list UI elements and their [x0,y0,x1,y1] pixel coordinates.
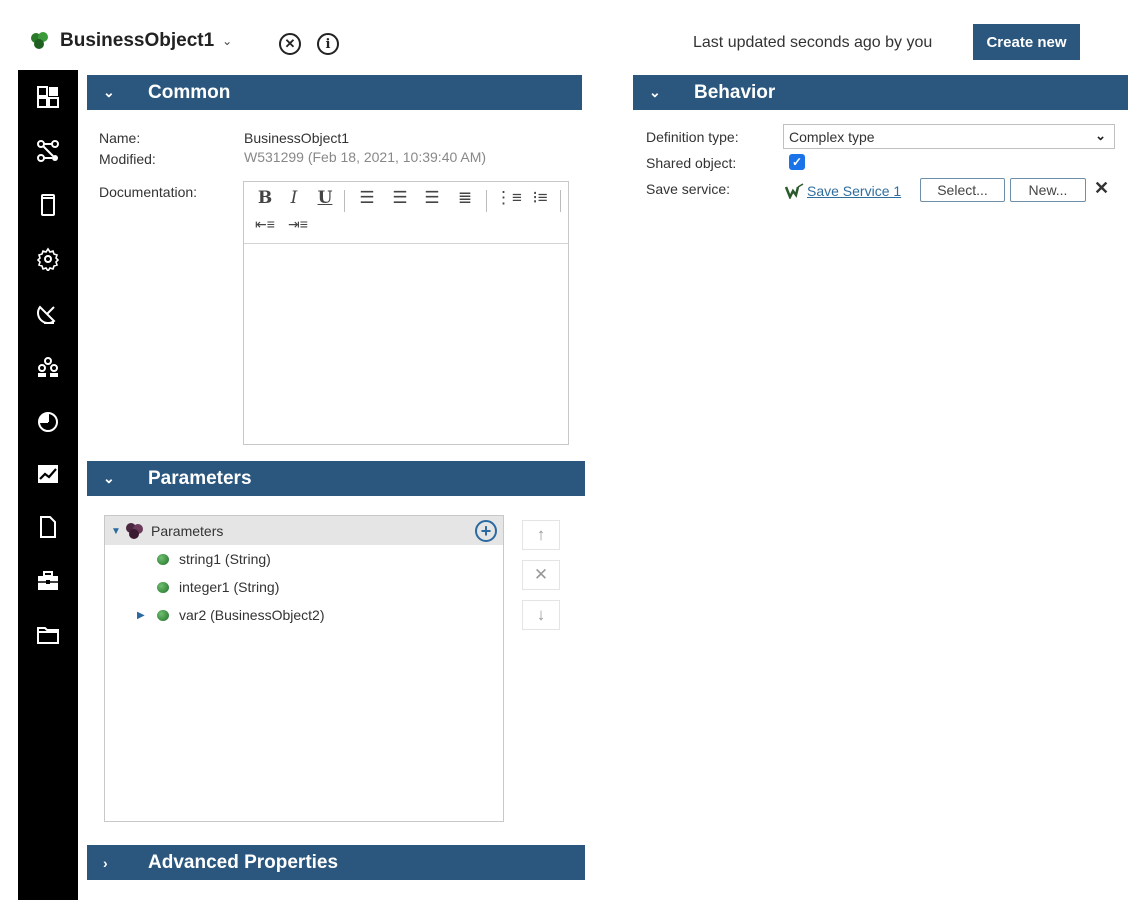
section-header-parameters[interactable]: ⌄ Parameters [87,461,585,496]
sidebar-item-team[interactable] [34,354,62,382]
business-object-icon [31,32,48,49]
indent-icon[interactable]: ⇥≡ [287,216,309,233]
parameter-label: var2 (BusinessObject2) [179,607,325,623]
align-right-icon[interactable]: ☰ [421,188,443,208]
select-service-button[interactable]: Select... [920,178,1005,202]
chevron-down-icon: ⌄ [1095,128,1106,143]
process-flow-icon [37,140,59,162]
chevron-right-icon: › [103,854,108,871]
section-title: Behavior [694,81,776,103]
pie-chart-icon [38,412,58,432]
line-chart-icon [38,465,58,483]
shared-object-checkbox[interactable]: ✓ [789,154,805,170]
modified-label: Modified: [99,151,156,167]
section-title: Parameters [148,467,252,489]
modified-value: W531299 (Feb 18, 2021, 10:39:40 AM) [244,149,487,165]
section-header-common[interactable]: ⌄ Common [87,75,582,110]
expand-toggle-icon[interactable]: ▶ [137,610,157,621]
underline-button[interactable]: U [314,188,336,208]
shared-object-label: Shared object: [646,155,737,171]
outdent-icon[interactable]: ⇤≡ [254,216,276,233]
parameters-root-label: Parameters [151,523,224,539]
section-header-advanced-properties[interactable]: › Advanced Properties [87,845,585,880]
last-updated-status: Last updated seconds ago by you [693,34,933,51]
satellite-dish-icon [37,305,56,324]
new-service-button[interactable]: New... [1010,178,1086,202]
name-value: BusinessObject1 [244,130,350,146]
parameter-label: integer1 (String) [179,579,280,595]
expand-toggle-icon[interactable]: ▼ [111,526,125,537]
remove-service-icon[interactable]: ✕ [1094,178,1109,199]
sidebar-item-services[interactable] [34,299,62,327]
move-down-button[interactable]: ↓ [522,600,560,630]
gear-icon [36,247,60,271]
sidebar-item-mobile[interactable] [34,191,62,219]
list-item[interactable]: ▶ var2 (BusinessObject2) [137,607,325,623]
add-parameter-button[interactable]: + [475,520,497,542]
sidebar-item-process[interactable] [34,137,62,165]
chevron-down-icon: ⌄ [649,84,661,100]
toolbar-separator [344,190,345,212]
sidebar-item-files[interactable] [34,621,62,649]
italic-button[interactable]: I [283,188,305,208]
section-title: Advanced Properties [148,851,339,873]
list-item[interactable]: string1 (String) [157,551,271,567]
sidebar-item-toolkits[interactable] [34,567,62,595]
mobile-device-icon [41,194,55,216]
numbered-list-icon[interactable]: ⋮≡ [495,188,522,208]
parameters-root-row[interactable]: ▼ Parameters + [105,516,503,545]
object-name: BusinessObject1 [60,30,215,51]
move-up-button[interactable]: ↑ [522,520,560,550]
remove-parameter-button[interactable]: ✕ [522,560,560,590]
parameters-group-icon [126,523,143,539]
bold-button[interactable]: B [254,188,276,208]
top-bar: BusinessObject1 ⌄ ✕ i Last updated secon… [0,0,1144,70]
dashboard-icon [37,86,59,108]
chevron-down-icon[interactable]: ⌄ [222,34,232,48]
parameters-tree: ▼ Parameters + string1 (String) integer1… [104,515,504,822]
close-circle-icon[interactable]: ✕ [279,33,301,55]
justify-icon[interactable]: ≣ [454,188,476,208]
tree-root: ▼ Parameters [111,522,223,540]
section-header-behavior[interactable]: ⌄ Behavior [633,75,1128,110]
team-icon [38,357,58,377]
parameter-label: string1 (String) [179,551,271,567]
toolbar-separator [486,190,487,212]
sidebar [18,70,78,900]
align-left-icon[interactable]: ☰ [356,188,378,208]
section-title: Common [148,81,231,103]
sidebar-item-documents[interactable] [34,513,62,541]
object-title: BusinessObject1 ⌄ [30,30,232,52]
parameter-icon [157,581,169,593]
bulleted-list-icon[interactable]: ⁝≡ [529,188,551,208]
save-service-link[interactable]: Save Service 1 [807,183,901,199]
sidebar-item-settings[interactable] [34,245,62,273]
chevron-down-icon: ⌄ [103,84,115,100]
sidebar-item-dashboard[interactable] [34,83,62,111]
parameter-icon [157,553,169,565]
documentation-label: Documentation: [99,184,198,200]
definition-type-value: Complex type [789,129,875,145]
documentation-textarea[interactable] [244,244,568,444]
sidebar-item-reports[interactable] [34,408,62,436]
chevron-down-icon: ⌄ [103,470,115,486]
folder-icon [37,627,59,644]
info-circle-icon[interactable]: i [317,33,339,55]
editor-toolbar: B I U ☰ ☰ ☰ ≣ ⋮≡ ⁝≡ ⇤≡ ⇥≡ [244,182,568,244]
documentation-editor: B I U ☰ ☰ ☰ ≣ ⋮≡ ⁝≡ ⇤≡ ⇥≡ [243,181,569,445]
list-item[interactable]: integer1 (String) [157,579,279,595]
document-icon [40,516,56,538]
name-label: Name: [99,130,141,146]
toolbar-separator [560,190,561,212]
save-service-label: Save service: [646,181,731,197]
align-center-icon[interactable]: ☰ [389,188,411,208]
toolbox-icon [38,571,58,590]
parameter-icon [157,609,169,621]
create-new-button[interactable]: Create new [973,24,1080,60]
definition-type-label: Definition type: [646,129,739,145]
definition-type-select[interactable]: Complex type ⌄ [783,124,1115,149]
sidebar-item-analytics[interactable] [34,460,62,488]
service-icon [784,183,804,199]
